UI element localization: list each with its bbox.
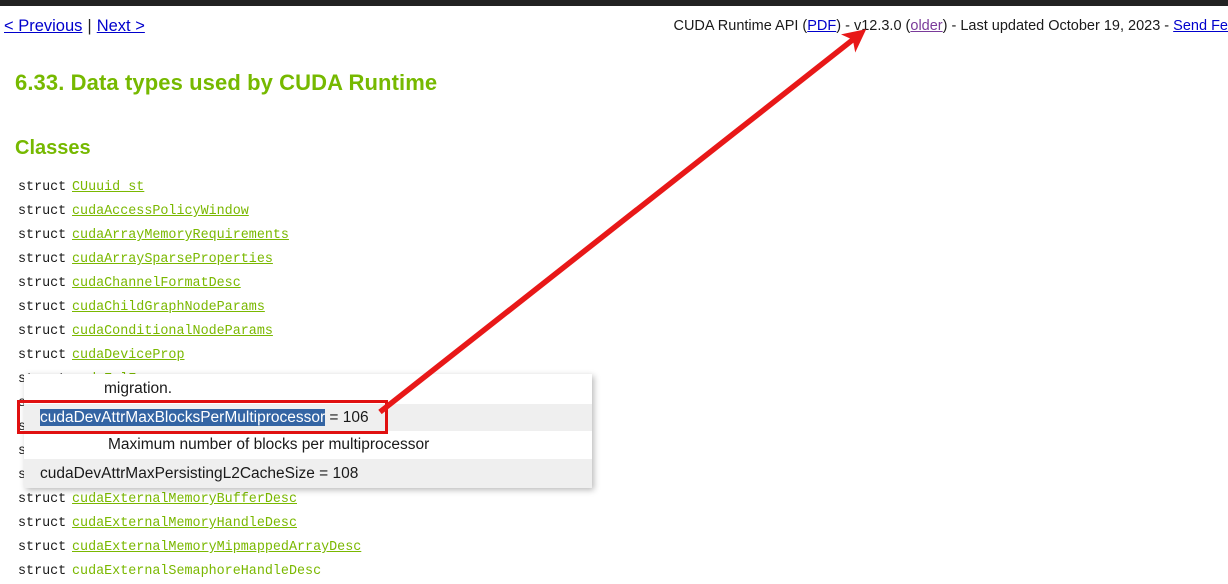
tooltip-row-selected-enum[interactable]: cudaDevAttrMaxBlocksPerMultiprocessor = … bbox=[24, 404, 592, 431]
enum-tooltip-popup[interactable]: migration. cudaDevAttrMaxBlocksPerMultip… bbox=[24, 374, 592, 488]
struct-link[interactable]: cudaAccessPolicyWindow bbox=[72, 204, 249, 219]
struct-keyword: struct bbox=[18, 324, 67, 339]
list-item[interactable]: struct cudaExternalMemoryBufferDesc bbox=[0, 488, 700, 512]
classes-section-heading: Classes bbox=[15, 137, 91, 159]
struct-link[interactable]: cudaExternalMemoryMipmappedArrayDesc bbox=[72, 540, 361, 555]
send-feedback-link[interactable]: Send Fe bbox=[1173, 18, 1228, 34]
tooltip-text: migration. bbox=[104, 380, 173, 397]
struct-link[interactable]: cudaConditionalNodeParams bbox=[72, 324, 273, 339]
list-item[interactable]: struct cudaAccessPolicyWindow bbox=[0, 200, 700, 224]
struct-link[interactable]: CUuuid_st bbox=[72, 180, 144, 195]
struct-keyword: struct bbox=[18, 276, 67, 291]
struct-link[interactable]: cudaArraySparseProperties bbox=[72, 252, 273, 267]
meta-suffix-text: ) - Last updated October 19, 2023 - bbox=[942, 18, 1174, 34]
list-item[interactable]: struct cudaExternalSemaphoreHandleDesc bbox=[0, 560, 700, 584]
struct-link[interactable]: cudaChildGraphNodeParams bbox=[72, 300, 265, 315]
tooltip-row-next-enum[interactable]: cudaDevAttrMaxPersistingL2CacheSize = 10… bbox=[24, 459, 592, 488]
list-item[interactable]: struct cudaExternalMemoryMipmappedArrayDe… bbox=[0, 536, 700, 560]
next-link[interactable]: Next > bbox=[97, 17, 145, 35]
page-header: < Previous | Next > CUDA Runtime API (PDF)… bbox=[0, 6, 1228, 50]
struct-link[interactable]: cudaDeviceProp bbox=[72, 348, 185, 363]
struct-keyword: struct bbox=[18, 204, 67, 219]
struct-link[interactable]: cudaExternalSemaphoreHandleDesc bbox=[72, 564, 321, 579]
struct-link[interactable]: cudaExternalMemoryBufferDesc bbox=[72, 492, 297, 507]
document-meta: CUDA Runtime API (PDF) - v12.3.0 (older)… bbox=[673, 18, 1228, 34]
struct-keyword: struct bbox=[18, 300, 67, 315]
pagination-nav: < Previous | Next > bbox=[4, 17, 145, 36]
list-item[interactable]: struct cudaArraySparseProperties bbox=[0, 248, 700, 272]
struct-keyword: struct bbox=[18, 348, 67, 363]
pdf-link[interactable]: PDF bbox=[807, 18, 836, 34]
list-item[interactable]: struct cudaConditionalNodeParams bbox=[0, 320, 700, 344]
list-item[interactable]: struct cudaChildGraphNodeParams bbox=[0, 296, 700, 320]
list-item[interactable]: struct CUuuid_st bbox=[0, 176, 700, 200]
list-item[interactable]: struct cudaDeviceProp bbox=[0, 344, 700, 368]
struct-keyword: struct bbox=[18, 540, 67, 555]
struct-keyword: struct bbox=[18, 180, 67, 195]
struct-keyword: struct bbox=[18, 564, 67, 579]
struct-keyword: struct bbox=[18, 492, 67, 507]
older-versions-link[interactable]: older bbox=[910, 18, 942, 34]
tooltip-text: cudaDevAttrMaxPersistingL2CacheSize = 10… bbox=[40, 465, 359, 482]
enum-value-text: = 106 bbox=[325, 409, 369, 426]
list-item[interactable]: struct cudaExternalMemoryHandleDesc bbox=[0, 512, 700, 536]
struct-keyword: struct bbox=[18, 516, 67, 531]
previous-link[interactable]: < Previous bbox=[4, 17, 82, 35]
meta-prefix-text: CUDA Runtime API ( bbox=[673, 18, 808, 34]
struct-link[interactable]: cudaChannelFormatDesc bbox=[72, 276, 241, 291]
meta-mid-text: ) - v12.3.0 ( bbox=[836, 18, 911, 34]
selected-text-highlight[interactable]: cudaDevAttrMaxBlocksPerMultiprocessor bbox=[40, 409, 326, 426]
list-item[interactable]: struct cudaChannelFormatDesc bbox=[0, 272, 700, 296]
page-title: 6.33. Data types used by CUDA Runtime bbox=[15, 70, 438, 95]
nav-separator: | bbox=[87, 17, 92, 35]
struct-link[interactable]: cudaExternalMemoryHandleDesc bbox=[72, 516, 297, 531]
struct-keyword: struct bbox=[18, 252, 67, 267]
tooltip-row-migration: migration. bbox=[24, 374, 592, 404]
struct-link[interactable]: cudaArrayMemoryRequirements bbox=[72, 228, 289, 243]
tooltip-row-description: Maximum number of blocks per multiproces… bbox=[24, 431, 592, 459]
struct-keyword: struct bbox=[18, 228, 67, 243]
list-item[interactable]: struct cudaArrayMemoryRequirements bbox=[0, 224, 700, 248]
tooltip-text: Maximum number of blocks per multiproces… bbox=[108, 436, 430, 453]
